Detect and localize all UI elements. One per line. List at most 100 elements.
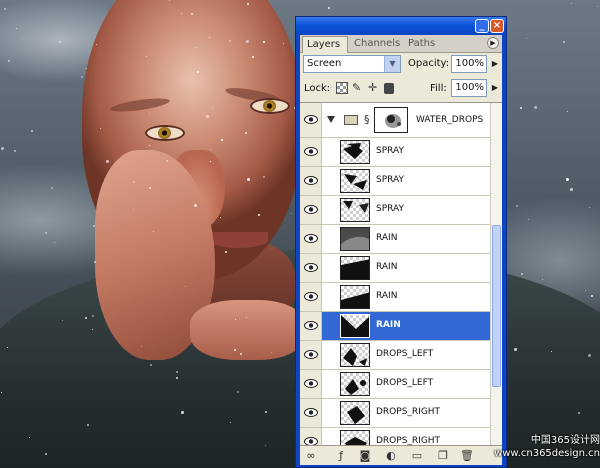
watermark: 中国365设计网 www.cn365design.cn	[466, 434, 600, 468]
layer-style-icon[interactable]: ƒ	[334, 449, 348, 463]
visibility-toggle[interactable]	[300, 341, 322, 369]
lock-icon[interactable]	[384, 83, 394, 94]
snow-particle	[514, 348, 517, 351]
visibility-toggle[interactable]	[300, 103, 322, 137]
snow-particle	[86, 68, 87, 69]
panel-titlebar[interactable]: _ ×	[296, 17, 506, 35]
snow-particle	[237, 391, 239, 393]
layer-thumbnail[interactable]	[340, 343, 370, 367]
snow-particle	[8, 60, 10, 62]
new-layer-icon[interactable]: ❐	[436, 449, 450, 463]
snow-particle	[542, 279, 543, 280]
layer-name: DROPS_RIGHT	[376, 407, 441, 417]
fill-slider-icon[interactable]: ▶	[489, 79, 501, 97]
snow-particle	[181, 13, 182, 14]
layer-thumbnail[interactable]	[340, 140, 370, 164]
close-button[interactable]: ×	[490, 19, 504, 33]
layer-thumbnail[interactable]	[340, 169, 370, 193]
layer-name: DROPS_LEFT	[376, 349, 434, 359]
snow-particle	[520, 107, 522, 109]
mask-thumbnail[interactable]	[374, 107, 408, 133]
layer-thumbnail[interactable]	[340, 314, 370, 338]
adjustment-layer-icon[interactable]: ◐	[384, 449, 398, 463]
tab-layers[interactable]: Layers	[302, 36, 348, 53]
brush-icon[interactable]: ✎	[352, 82, 364, 94]
opacity-input[interactable]: 100%	[451, 55, 487, 73]
layer-thumbnail[interactable]	[340, 372, 370, 396]
snow-particle	[29, 437, 30, 438]
tab-channels[interactable]: Channels	[350, 36, 402, 51]
layer-row[interactable]: RAIN	[300, 254, 490, 283]
visibility-toggle[interactable]	[300, 225, 322, 253]
snow-particle	[258, 214, 260, 216]
visibility-toggle[interactable]	[300, 254, 322, 282]
layer-row[interactable]: RAIN	[300, 312, 490, 341]
panel-menu-icon[interactable]: ▶	[487, 37, 499, 49]
layer-thumbnail[interactable]	[340, 285, 370, 309]
visibility-toggle[interactable]	[300, 283, 322, 311]
opacity-slider-icon[interactable]: ▶	[489, 55, 501, 73]
layer-row[interactable]: RAIN	[300, 283, 490, 312]
snow-particle	[328, 7, 330, 9]
move-icon[interactable]: ✛	[368, 82, 380, 94]
visibility-toggle[interactable]	[300, 196, 322, 224]
layers-list: § WATER_DROPS SPRAY SPRAY SPRAY RAIN RAIN RAI…	[300, 102, 502, 446]
snow-particle	[45, 232, 47, 234]
expand-triangle-icon[interactable]	[327, 116, 335, 123]
lock-row: Lock: ✎ ✛ Fill: 100% ▶	[300, 78, 502, 100]
layer-thumbnail[interactable]	[340, 430, 370, 446]
layer-row[interactable]: DROPS_LEFT	[300, 341, 490, 370]
layer-thumbnail[interactable]	[340, 227, 370, 251]
layer-row[interactable]: SPRAY	[300, 196, 490, 225]
layer-row[interactable]: DROPS_RIGHT	[300, 428, 490, 446]
tab-paths[interactable]: Paths	[404, 36, 442, 51]
snow-particle	[212, 107, 213, 108]
lock-transparency-icon[interactable]	[336, 82, 348, 94]
blend-mode-select[interactable]: Screen ▼	[303, 55, 401, 73]
layer-row[interactable]: SPRAY	[300, 138, 490, 167]
snow-particle	[534, 106, 537, 109]
snow-particle	[1, 147, 4, 150]
visibility-toggle[interactable]	[300, 428, 322, 446]
snow-particle	[245, 132, 247, 134]
link-icon[interactable]: §	[364, 113, 370, 126]
snow-particle	[252, 56, 254, 58]
layer-thumbnail[interactable]	[340, 256, 370, 280]
snow-particle	[149, 187, 151, 189]
eye-icon	[304, 176, 318, 185]
snow-particle	[176, 377, 178, 379]
layer-group-row[interactable]: § WATER_DROPS	[300, 103, 490, 138]
snow-particle	[94, 261, 96, 263]
eye-icon	[304, 379, 318, 388]
visibility-toggle[interactable]	[300, 167, 322, 195]
eye-icon	[304, 350, 318, 359]
layers-panel: _ × Layers Channels Paths ▶ Screen ▼ Opa…	[295, 16, 507, 468]
new-group-icon[interactable]: ▭	[410, 449, 424, 463]
layer-row[interactable]: SPRAY	[300, 167, 490, 196]
chevron-down-icon[interactable]: ▼	[384, 56, 400, 72]
add-mask-icon[interactable]: ◙	[358, 449, 372, 463]
link-layers-icon[interactable]: ∞	[304, 449, 318, 463]
layer-thumbnail[interactable]	[340, 401, 370, 425]
layer-row[interactable]: DROPS_RIGHT	[300, 399, 490, 428]
layer-name: SPRAY	[376, 204, 404, 214]
snow-particle	[235, 319, 236, 320]
layers-scrollbar[interactable]	[490, 103, 502, 446]
scroll-thumb[interactable]	[492, 225, 501, 387]
snow-particle	[51, 187, 53, 189]
fill-input[interactable]: 100%	[451, 79, 487, 97]
snow-particle	[146, 56, 147, 57]
layer-row[interactable]: DROPS_LEFT	[300, 370, 490, 399]
snow-particle	[206, 115, 209, 118]
layer-thumbnail[interactable]	[340, 198, 370, 222]
minimize-button[interactable]: _	[475, 19, 489, 33]
snow-particle	[230, 422, 231, 423]
snow-particle	[570, 188, 573, 191]
layer-row[interactable]: RAIN	[300, 225, 490, 254]
visibility-toggle[interactable]	[300, 399, 322, 427]
visibility-toggle[interactable]	[300, 138, 322, 166]
snow-particle	[578, 412, 580, 414]
visibility-toggle[interactable]	[300, 370, 322, 398]
snow-particle	[229, 40, 231, 42]
visibility-toggle[interactable]	[300, 312, 322, 340]
